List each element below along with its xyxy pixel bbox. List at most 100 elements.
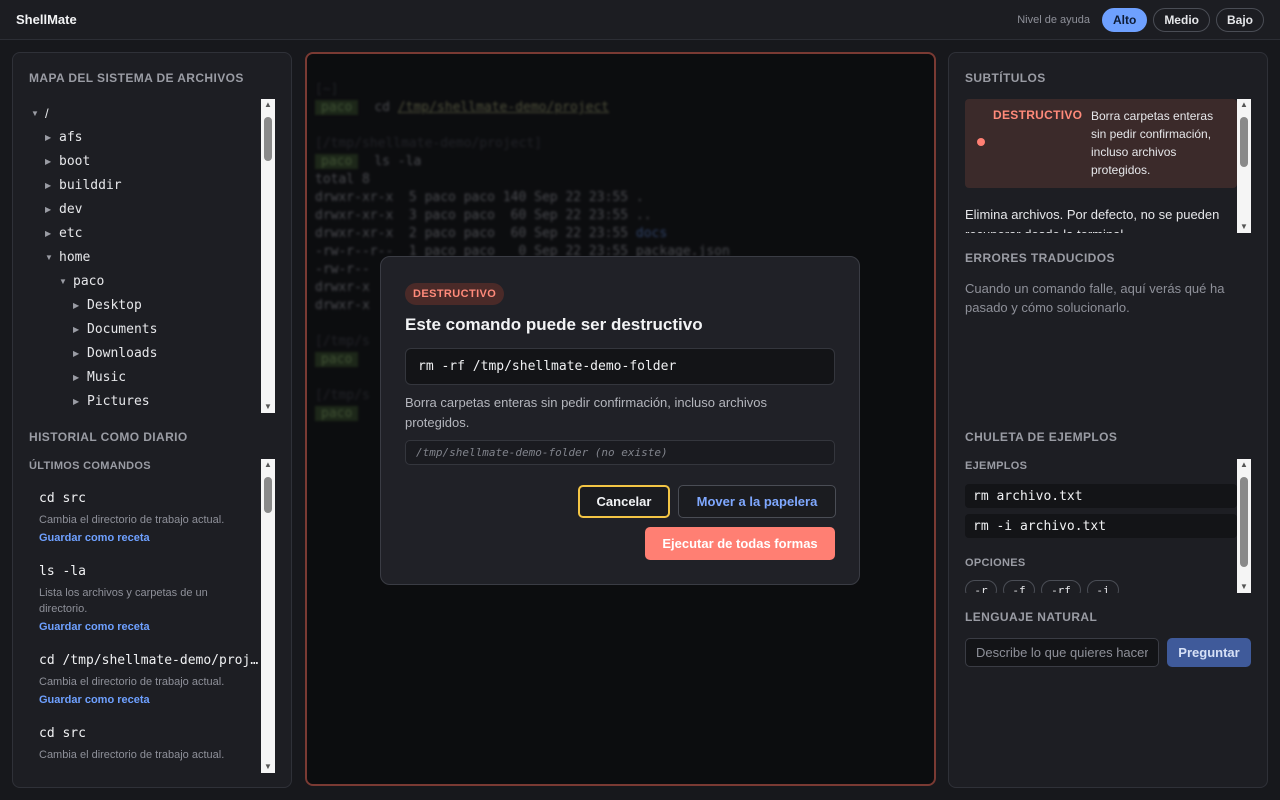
- help-level-selector: Nivel de ayuda Alto Medio Bajo: [1017, 7, 1264, 32]
- option-chip[interactable]: -i: [1087, 580, 1119, 593]
- history-description: Cambia el directorio de trabajo actual.: [39, 749, 225, 761]
- help-level-medio-button[interactable]: Medio: [1153, 7, 1210, 32]
- help-level-alto-button[interactable]: Alto: [1101, 7, 1148, 32]
- options-row: -r -f -rf -i: [949, 573, 1249, 593]
- history-title: HISTORIAL COMO DIARIO: [29, 430, 188, 444]
- scroll-down-icon[interactable]: ▼: [261, 401, 275, 413]
- subtitle-extra-text: Elimina archivos. Por defecto, no se pue…: [965, 207, 1220, 233]
- history-scrollbar[interactable]: ▲ ▼: [261, 459, 275, 773]
- history-command[interactable]: cd src: [39, 491, 259, 506]
- filesystem-tree: ▼ / ▶ afs ▶ boot ▶ builddir ▶ dev ▶ etc ▼ home …: [25, 101, 273, 411]
- destructive-command-dialog: DESTRUCTIVO Este comando puede ser destr…: [380, 256, 860, 585]
- tree-node[interactable]: ▶ Documents: [25, 317, 273, 341]
- tree-node-label: etc: [59, 225, 83, 241]
- subtitle-tag: DESTRUCTIVO: [993, 108, 1083, 122]
- left-panel: MAPA DEL SISTEMA DE ARCHIVOS ▼ / ▶ afs ▶ bo…: [12, 52, 292, 788]
- tree-node[interactable]: ▼ paco: [25, 269, 273, 293]
- history-description: Cambia el directorio de trabajo actual.: [39, 514, 225, 526]
- history-description: Lista los archivos y carpetas de un dire…: [39, 587, 208, 615]
- right-panel: SUBTÍTULOS DESTRUCTIVO Borra carpetas en…: [948, 52, 1268, 788]
- tree-node-label: Documents: [87, 321, 158, 337]
- tree-node[interactable]: ▼ /: [25, 101, 273, 125]
- save-recipe-link[interactable]: Guardar como receta: [39, 532, 259, 544]
- tree-node[interactable]: ▶ Desktop: [25, 293, 273, 317]
- history-command[interactable]: ls -la: [39, 564, 259, 579]
- example-command[interactable]: rm archivo.txt: [965, 484, 1237, 508]
- tree-node[interactable]: ▶ afs: [25, 125, 273, 149]
- tree-node[interactable]: ▶ Pictures: [25, 389, 273, 411]
- chevron-down-icon: ▼: [45, 252, 53, 262]
- chevron-right-icon: ▶: [73, 324, 80, 334]
- dialog-title: Este comando puede ser destructivo: [405, 315, 703, 334]
- scroll-thumb[interactable]: [264, 117, 272, 161]
- ask-button[interactable]: Preguntar: [1167, 638, 1251, 667]
- move-to-trash-button[interactable]: Mover a la papelera: [678, 485, 836, 518]
- tree-node[interactable]: ▶ Music: [25, 365, 273, 389]
- save-recipe-link[interactable]: Guardar como receta: [39, 694, 259, 706]
- filesystem-scrollbar[interactable]: ▲ ▼: [261, 99, 275, 413]
- history-command[interactable]: cd src: [39, 726, 259, 741]
- tree-node-label: boot: [59, 153, 91, 169]
- scroll-down-icon[interactable]: ▼: [261, 761, 275, 773]
- help-level-bajo-button[interactable]: Bajo: [1215, 7, 1264, 32]
- scroll-thumb[interactable]: [1240, 117, 1248, 167]
- subtitles-title: SUBTÍTULOS: [965, 71, 1046, 85]
- top-bar: ShellMate Nivel de ayuda Alto Medio Bajo: [0, 0, 1280, 40]
- scroll-down-icon[interactable]: ▼: [1237, 581, 1251, 593]
- chevron-right-icon: ▶: [45, 228, 52, 238]
- tree-node-label: dev: [59, 201, 83, 217]
- scroll-up-icon[interactable]: ▲: [261, 99, 275, 111]
- tree-node[interactable]: ▶ dev: [25, 197, 273, 221]
- scroll-thumb[interactable]: [1240, 477, 1248, 567]
- cheatsheet-scrollbar[interactable]: ▲ ▼: [1237, 459, 1251, 593]
- scroll-down-icon[interactable]: ▼: [1237, 221, 1251, 233]
- list-item: cd src Cambia el directorio de trabajo a…: [25, 481, 273, 550]
- tree-node-label: Downloads: [87, 345, 158, 361]
- errors-title: ERRORES TRADUCIDOS: [965, 251, 1115, 265]
- subtitles-scrollbar[interactable]: ▲ ▼: [1237, 99, 1251, 233]
- scroll-up-icon[interactable]: ▲: [1237, 99, 1251, 111]
- path-note: /tmp/shellmate-demo-folder (no existe): [405, 440, 835, 465]
- tree-node[interactable]: ▶ builddir: [25, 173, 273, 197]
- tree-node-label: Desktop: [87, 297, 142, 313]
- chevron-right-icon: ▶: [73, 372, 80, 382]
- tree-node[interactable]: ▶ boot: [25, 149, 273, 173]
- tree-node-label: afs: [59, 129, 83, 145]
- option-chip[interactable]: -f: [1003, 580, 1035, 593]
- tree-node-label: Pictures: [87, 393, 150, 409]
- tree-node[interactable]: ▶ etc: [25, 221, 273, 245]
- scroll-up-icon[interactable]: ▲: [261, 459, 275, 471]
- option-chip[interactable]: -r: [965, 580, 997, 593]
- chevron-down-icon: ▼: [59, 276, 67, 286]
- status-dot-icon: [977, 138, 985, 146]
- tree-node-label: paco: [73, 273, 105, 289]
- dialog-description: Borra carpetas enteras sin pedir confirm…: [405, 395, 768, 430]
- cheatsheet-title: CHULETA DE EJEMPLOS: [965, 430, 1118, 444]
- scroll-up-icon[interactable]: ▲: [1237, 459, 1251, 471]
- scroll-thumb[interactable]: [264, 477, 272, 513]
- list-item: cd /tmp/shellmate-demo/proje… Cambia el …: [25, 643, 273, 712]
- subtitle-card: DESTRUCTIVO Borra carpetas enteras sin p…: [965, 99, 1237, 188]
- help-level-label: Nivel de ayuda: [1017, 13, 1090, 26]
- chevron-right-icon: ▶: [45, 180, 52, 190]
- list-item: cd src Cambia el directorio de trabajo a…: [25, 716, 273, 769]
- natural-language-input[interactable]: [965, 638, 1159, 667]
- destructive-badge: DESTRUCTIVO: [405, 283, 505, 305]
- execute-anyway-button[interactable]: Ejecutar de todas formas: [645, 527, 835, 560]
- errors-placeholder-text: Cuando un comando falle, aquí verás qué …: [965, 281, 1225, 315]
- tree-node[interactable]: ▼ home: [25, 245, 273, 269]
- list-item: ls -la Lista los archivos y carpetas de …: [25, 554, 273, 639]
- chevron-down-icon: ▼: [31, 108, 39, 118]
- history-list: cd src Cambia el directorio de trabajo a…: [25, 481, 273, 771]
- example-command[interactable]: rm -i archivo.txt: [965, 514, 1237, 538]
- chevron-right-icon: ▶: [73, 300, 80, 310]
- option-chip[interactable]: -rf: [1041, 580, 1081, 593]
- save-recipe-link[interactable]: Guardar como receta: [39, 621, 259, 633]
- chevron-right-icon: ▶: [45, 132, 52, 142]
- cancel-button[interactable]: Cancelar: [578, 485, 670, 518]
- history-command[interactable]: cd /tmp/shellmate-demo/proje…: [39, 653, 259, 668]
- tree-node[interactable]: ▶ Downloads: [25, 341, 273, 365]
- subtitle-text: Borra carpetas enteras sin pedir confirm…: [1091, 109, 1214, 177]
- tree-node-label: Music: [87, 369, 127, 385]
- app-title: ShellMate: [16, 12, 77, 27]
